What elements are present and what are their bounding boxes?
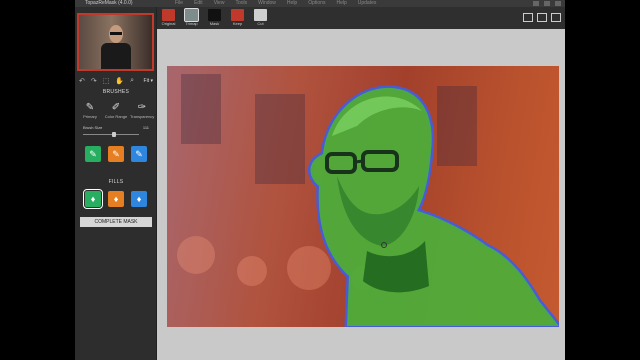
single-view-icon[interactable] [523,13,533,22]
keep-brush-button[interactable]: ✎ [85,146,101,162]
brush-mode-row: ✎ ✎ ✎ [85,146,147,162]
menu-item[interactable]: Tools [235,0,247,7]
view-mode-label: Cut [257,21,264,26]
split-view-icon[interactable] [537,13,547,22]
hand-icon[interactable]: ✋ [115,77,124,85]
trimap-view-icon [184,8,199,22]
complete-mask-button[interactable]: COMPLETE MASK [80,217,152,227]
color-range-brush-button[interactable]: ✐ Color Range [104,101,128,119]
view-mode-keep[interactable]: Keep [230,9,245,28]
title-bar: TopazReMask (4.0.0) File Edit View Tools… [75,0,565,7]
maximize-button[interactable] [544,1,550,6]
redo-icon[interactable]: ↷ [91,77,97,85]
menu-item[interactable]: Edit [194,0,203,7]
menu-item[interactable]: Options [308,0,325,7]
zoom-select-value: Fit [143,78,150,84]
zoom-select[interactable]: Fit ▾ [144,78,153,84]
mask-view-icon [208,9,221,21]
compute-fill-icon: ♦ [136,194,142,204]
navigator-thumbnail[interactable] [77,13,154,71]
view-mode-label: Mask [209,21,220,26]
cut-fill-button[interactable]: ♦ [108,191,124,207]
layout-toggle-group [523,13,561,22]
brush-size-value[interactable]: 111 [143,125,149,130]
original-view-icon [162,9,175,21]
brush-cursor [381,242,387,248]
zoom-icon[interactable]: ⌕ [130,77,134,85]
keep-brush-icon: ✎ [89,148,97,159]
marquee-icon[interactable]: ⬚ [103,77,110,85]
window-controls [533,1,561,6]
menu-item[interactable]: Help [287,0,297,7]
app-window: TopazReMask (4.0.0) File Edit View Tools… [75,0,565,360]
view-mode-toolbar: Original Trimap Mask Keep Cut [157,7,565,29]
brush-label: Color Range [104,114,128,119]
transparency-brush-icon: ✑ [137,102,147,113]
brushes-title: BRUSHES [102,89,130,95]
menu-item[interactable]: File [175,0,183,7]
thumbnail-subject [101,23,131,69]
compute-fill-button[interactable]: ♦ [131,191,147,207]
brush-label: Transparency [130,114,155,119]
menu-bar: File Edit View Tools Window Help Options… [175,0,376,7]
close-button[interactable] [555,1,561,6]
view-mode-mask[interactable]: Mask [207,9,222,28]
minimize-button[interactable] [533,1,539,6]
cut-fill-icon: ♦ [113,194,119,204]
view-mode-label: Keep [232,21,243,26]
view-mode-trimap[interactable]: Trimap [184,8,199,28]
menu-item[interactable]: Window [258,0,276,7]
view-mode-label: Original [161,21,176,26]
cut-brush-icon: ✎ [112,148,120,159]
left-panel: ↶ ↷ ⬚ ✋ ⌕ Fit ▾ BRUSHES ✎ Primary ✐ Colo… [75,7,157,360]
app-title: TopazReMask (4.0.0) [85,0,133,6]
transparency-brush-button[interactable]: ✑ Transparency [130,101,154,119]
menu-item[interactable]: View [214,0,225,7]
brush-label: Primary [83,114,97,119]
undo-icon[interactable]: ↶ [79,77,85,85]
brush-size-slider[interactable] [83,132,139,137]
thumbnail-body [101,43,131,69]
primary-brush-button[interactable]: ✎ Primary [78,101,102,119]
compute-brush-icon: ✎ [135,148,143,159]
menu-item[interactable]: Help [336,0,346,7]
color-range-brush-icon: ✐ [111,102,121,113]
mask-preview-image[interactable] [167,66,559,327]
glasses-bridge [354,159,364,164]
brush-size-label: Brush Size [83,125,103,130]
slider-thumb[interactable] [111,132,116,137]
view-mode-original[interactable]: Original [161,9,176,28]
view-mode-label: Trimap [185,21,198,26]
keep-fill-icon: ♦ [90,194,96,204]
fills-title: FILLS [108,179,124,185]
subject-mask-overlay [308,85,559,327]
compute-brush-button[interactable]: ✎ [131,146,147,162]
view-tools: ↶ ↷ ⬚ ✋ ⌕ Fit ▾ [77,75,155,87]
chevron-down-icon: ▾ [150,78,153,84]
keep-view-icon [231,9,244,21]
brush-size-row: Brush Size 111 [83,125,149,130]
thumbnail-glasses [110,32,122,35]
fill-row: ♦ ♦ ♦ [83,189,147,209]
cut-view-icon [254,9,267,21]
view-mode-cut[interactable]: Cut [253,9,268,28]
primary-brush-icon: ✎ [85,102,95,113]
brush-type-row: ✎ Primary ✐ Color Range ✑ Transparency [77,101,155,119]
cut-brush-button[interactable]: ✎ [108,146,124,162]
canvas-area[interactable] [157,29,565,360]
dual-view-icon[interactable] [551,13,561,22]
menu-item[interactable]: Updates [358,0,377,7]
keep-fill-button[interactable]: ♦ [83,189,103,209]
